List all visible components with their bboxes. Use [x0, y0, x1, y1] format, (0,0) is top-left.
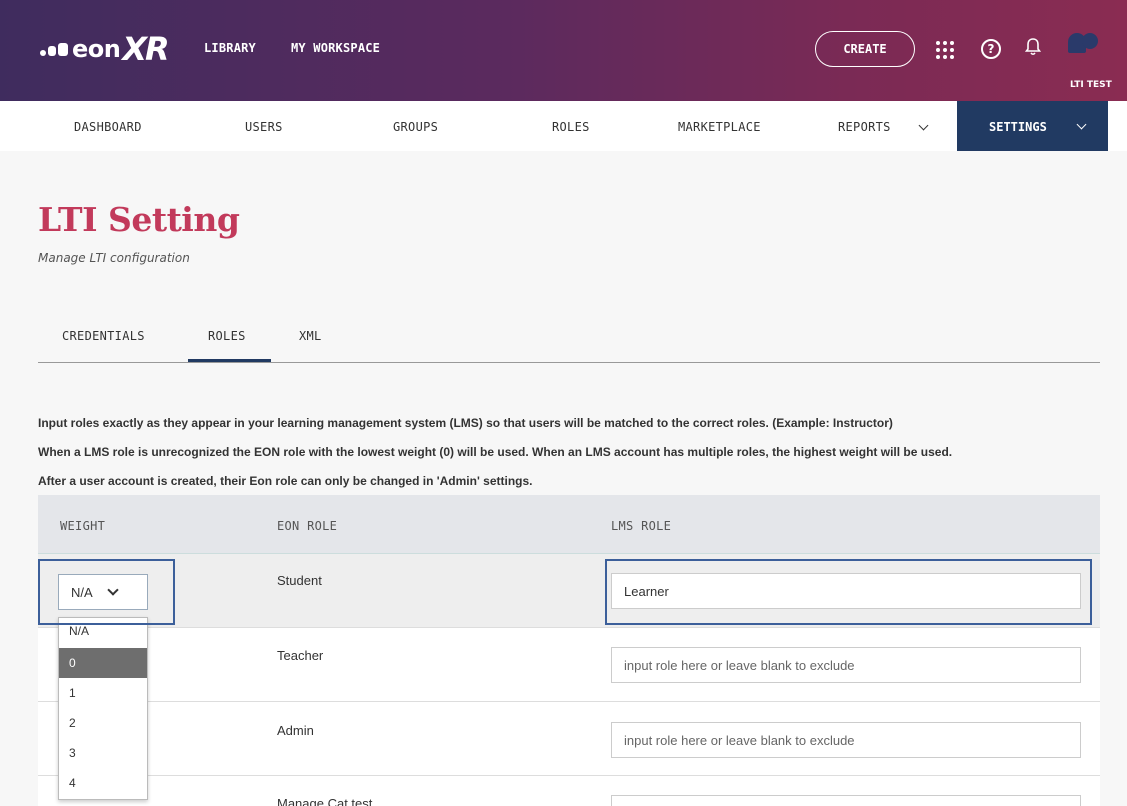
table-header: WEIGHT EON ROLE LMS ROLE [38, 495, 1100, 554]
header-eon-role: EON ROLE [277, 519, 338, 533]
create-button[interactable]: CREATE [815, 31, 915, 67]
weight-option[interactable]: 2 [59, 708, 147, 738]
header-lms-role: LMS ROLE [611, 519, 672, 533]
avatar[interactable] [1064, 33, 1102, 59]
logo-eon-text: eon [72, 35, 121, 63]
bell-icon[interactable] [1024, 38, 1042, 61]
eon-role-cell: Teacher [277, 648, 324, 663]
library-link[interactable]: LIBRARY [204, 41, 256, 55]
eon-role-cell: Student [277, 573, 322, 588]
my-workspace-link[interactable]: MY WORKSPACE [291, 41, 380, 55]
nav-dashboard[interactable]: DASHBOARD [74, 120, 142, 134]
chevron-down-icon [1076, 119, 1087, 130]
table-row: Manage Cat test [38, 776, 1100, 806]
table-row: Admin [38, 702, 1100, 776]
nav-roles[interactable]: ROLES [552, 120, 590, 134]
apps-grid-icon[interactable] [936, 41, 954, 59]
eonxr-logo[interactable]: eon XR [40, 30, 170, 68]
avatar-label: LTI TEST [1070, 80, 1112, 90]
nav-users[interactable]: USERS [245, 120, 283, 134]
tab-xml[interactable]: XML [299, 329, 322, 343]
settings-tabs: CREDENTIALS ROLES XML [38, 321, 1100, 363]
nav-reports[interactable]: REPORTS [838, 120, 929, 134]
tab-credentials[interactable]: CREDENTIALS [62, 329, 145, 343]
tab-roles[interactable]: ROLES [188, 329, 271, 362]
nav-groups[interactable]: GROUPS [393, 120, 438, 134]
weight-option-selected[interactable]: 0 [59, 648, 147, 678]
weight-option[interactable]: 1 [59, 678, 147, 708]
main-nav: DASHBOARD USERS GROUPS ROLES MARKETPLACE… [0, 101, 1127, 151]
eon-role-cell: Admin [277, 723, 314, 738]
eon-role-cell: Manage Cat test [277, 796, 373, 806]
nav-marketplace[interactable]: MARKETPLACE [678, 120, 761, 134]
instruction-line-3: After a user account is created, their E… [38, 474, 533, 488]
nav-reports-label: REPORTS [838, 120, 891, 134]
lms-role-input[interactable] [611, 795, 1081, 806]
weight-dropdown-menu: N/A 0 1 2 3 4 [58, 617, 148, 800]
top-header: eon XR LIBRARY MY WORKSPACE CREATE ? LTI… [0, 0, 1127, 101]
weight-option[interactable]: 3 [59, 738, 147, 768]
help-icon[interactable]: ? [981, 39, 1001, 59]
weight-option[interactable]: 4 [59, 768, 147, 798]
logo-mark-icon [40, 42, 68, 56]
header-weight: WEIGHT [60, 519, 106, 533]
roles-table: WEIGHT EON ROLE LMS ROLE Student Teacher… [38, 495, 1100, 806]
nav-settings[interactable]: SETTINGS [957, 101, 1108, 151]
instruction-line-2: When a LMS role is unrecognized the EON … [38, 445, 953, 459]
lms-role-input[interactable] [611, 647, 1081, 683]
highlight-box-lms-role [605, 559, 1092, 625]
highlight-box-weight [38, 559, 175, 625]
instruction-line-1: Input roles exactly as they appear in yo… [38, 416, 893, 430]
page-subtitle: Manage LTI configuration [38, 251, 190, 265]
chevron-down-icon [918, 120, 929, 131]
nav-settings-label: SETTINGS [989, 120, 1047, 134]
page-title: LTI Setting [38, 200, 240, 239]
table-row: Teacher [38, 628, 1100, 702]
lms-role-input[interactable] [611, 722, 1081, 758]
logo-xr-text: XR [122, 30, 169, 68]
